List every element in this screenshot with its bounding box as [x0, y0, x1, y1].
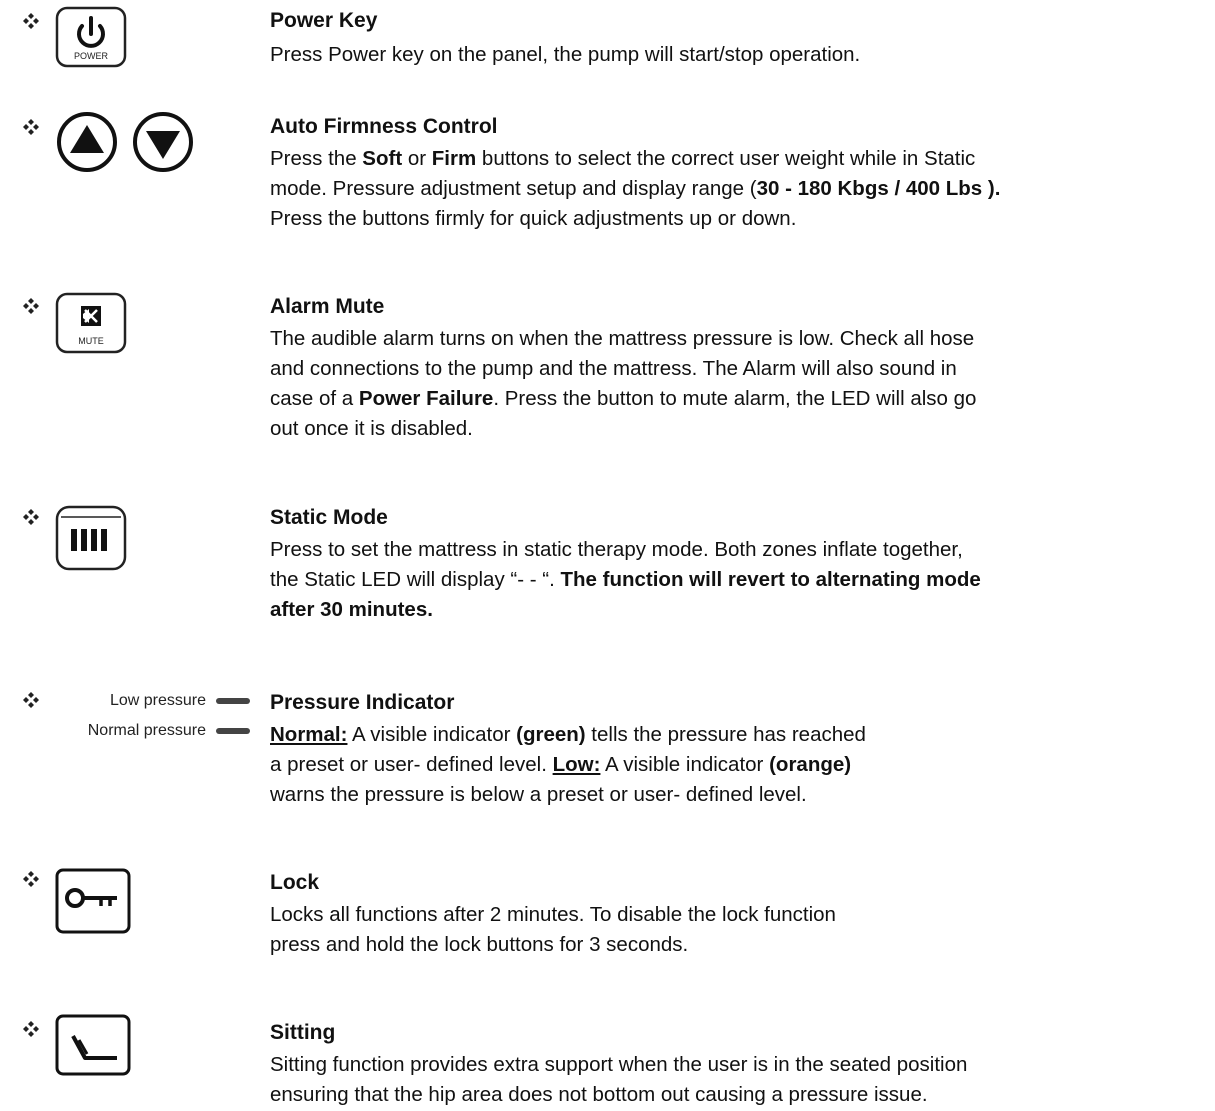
- alarm-mute-text: case of a: [270, 387, 359, 410]
- power-button-icon: POWER: [55, 6, 127, 68]
- pressure-text: tells the pressure has reached: [585, 723, 866, 746]
- low-pressure-label: Low pressure: [109, 692, 206, 709]
- lock-title: Lock: [270, 871, 320, 894]
- orange-label: (orange): [769, 753, 852, 776]
- pressure-text: A visible indicator: [600, 753, 770, 776]
- normal-label: Normal:: [270, 723, 348, 746]
- sitting-text: Sitting function provides extra support …: [270, 1053, 968, 1076]
- static-revert-note: after 30 minutes.: [270, 598, 433, 621]
- normal-pressure-indicator: Normal pressure: [40, 720, 250, 742]
- lock-text: Locks all functions after 2 minutes. To …: [270, 903, 836, 926]
- firmness-text: Press the: [270, 147, 363, 170]
- pressure-indicator-title: Pressure Indicator: [270, 691, 455, 714]
- static-mode-button-icon: [55, 505, 127, 571]
- alarm-mute-text: . Press the button to mute alarm, the LE…: [493, 387, 977, 410]
- weight-range: 30 - 180 Kbgs / 400 Lbs ).: [756, 177, 1001, 200]
- firm-label: Firm: [431, 147, 477, 170]
- alarm-mute-text: The audible alarm turns on when the matt…: [270, 327, 975, 350]
- firmness-text: buttons to select the correct user weigh…: [476, 147, 976, 170]
- power-key-desc: Press Power key on the panel, the pump w…: [270, 43, 861, 66]
- static-mode-title: Static Mode: [270, 506, 388, 529]
- low-pressure-indicator: Low pressure: [40, 690, 250, 712]
- lock-key-button-icon: [55, 868, 131, 934]
- low-pressure-bar-icon: [216, 698, 250, 704]
- diamond-bullet-icon: [22, 118, 40, 136]
- firmness-title: Auto Firmness Control: [270, 115, 498, 138]
- sitting-title: Sitting: [270, 1021, 336, 1044]
- firmness-text: Press the buttons firmly for quick adjus…: [270, 207, 797, 230]
- power-key-title: Power Key: [270, 9, 378, 32]
- pressure-text: a preset or user- defined level.: [270, 753, 553, 776]
- low-label: Low:: [552, 753, 601, 776]
- soft-label: Soft: [362, 147, 403, 170]
- alarm-mute-title: Alarm Mute: [270, 295, 385, 318]
- static-revert-note: The function will revert to alternating …: [560, 568, 981, 591]
- diamond-bullet-icon: [22, 691, 40, 709]
- normal-pressure-label: Normal pressure: [87, 722, 206, 739]
- power-icon-label: POWER: [74, 51, 109, 61]
- diamond-bullet-icon: [22, 1020, 40, 1038]
- green-label: (green): [516, 723, 586, 746]
- diamond-bullet-icon: [22, 297, 40, 315]
- normal-pressure-bar-icon: [216, 728, 250, 734]
- sitting-button-icon: [55, 1014, 131, 1076]
- firmness-buttons-icon: [55, 110, 200, 174]
- diamond-bullet-icon: [22, 12, 40, 30]
- power-failure-label: Power Failure: [358, 387, 494, 410]
- firmness-text: mode. Pressure adjustment setup and disp…: [270, 177, 757, 200]
- static-mode-text: the Static LED will display “- - “.: [270, 568, 561, 591]
- pressure-text: warns the pressure is below a preset or …: [270, 783, 807, 806]
- diamond-bullet-icon: [22, 870, 40, 888]
- alarm-mute-text: out once it is disabled.: [270, 417, 473, 440]
- alarm-mute-text: and connections to the pump and the matt…: [270, 357, 957, 380]
- mute-button-icon: MUTE: [55, 292, 127, 354]
- pressure-text: A visible indicator: [347, 723, 517, 746]
- sitting-text: ensuring that the hip area does not bott…: [270, 1083, 928, 1106]
- mute-icon-label: MUTE: [78, 336, 104, 346]
- static-mode-text: Press to set the mattress in static ther…: [270, 538, 963, 561]
- lock-text: press and hold the lock buttons for 3 se…: [270, 933, 689, 956]
- firmness-text: or: [402, 147, 432, 170]
- diamond-bullet-icon: [22, 508, 40, 526]
